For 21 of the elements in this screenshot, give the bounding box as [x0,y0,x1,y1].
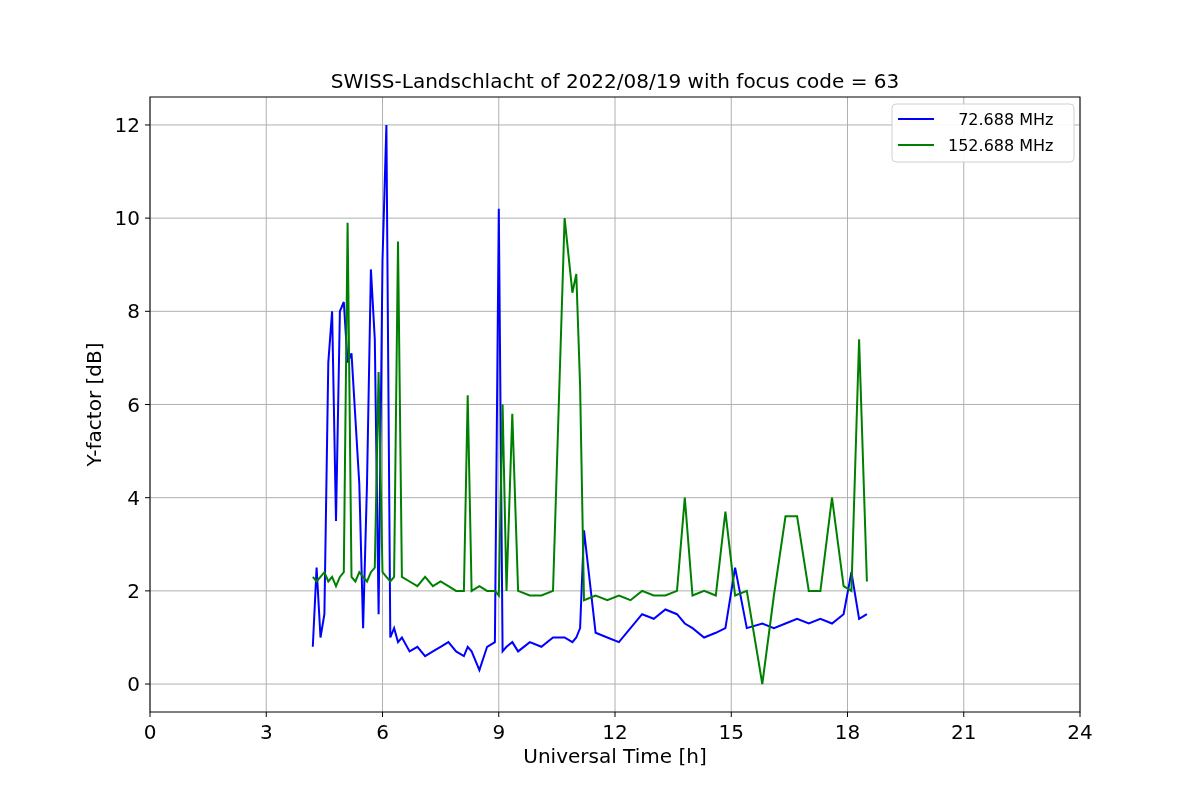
tick-label: 6 [127,392,140,417]
tick-label: 12 [114,112,140,137]
tick-label: 4 [127,485,140,510]
tick-label: 15 [718,720,744,744]
tick-label: 0 [127,672,140,697]
tick-label: 8 [127,299,140,324]
tick-label: 24 [1067,720,1093,744]
x-axis-label: Universal Time [h] [523,744,707,768]
legend-label: 72.688 MHz [958,110,1054,129]
tick-label: 12 [602,720,628,744]
tick-label: 9 [492,720,506,744]
tick-label: 6 [376,720,389,744]
chart-title: SWISS-Landschlacht of 2022/08/19 with focus code = 63 [330,69,900,93]
tick-label: 21 [951,720,977,744]
tick-label: 18 [834,720,861,744]
legend-label: 152.688 MHz [948,136,1054,155]
tick-label: 3 [259,720,273,744]
y-axis-label: Y-factor [dB] [82,342,106,467]
tick-label: 0 [143,720,157,744]
tick-label: 10 [114,206,140,231]
tick-label: 2 [127,578,140,603]
